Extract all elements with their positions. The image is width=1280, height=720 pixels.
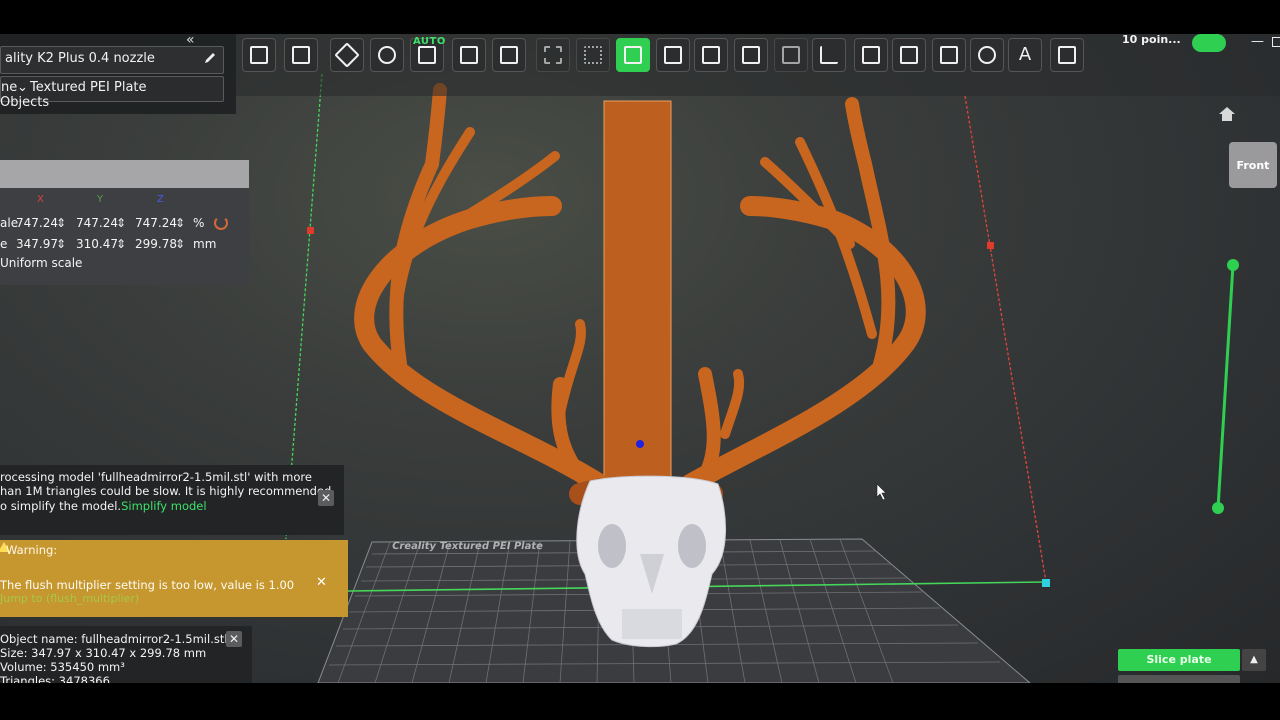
reset-icon[interactable]: [214, 216, 228, 230]
layout-icon[interactable]: [452, 38, 486, 72]
size-unit: mm: [193, 237, 217, 251]
axis-y-label: Y: [97, 194, 104, 205]
size-label: e: [0, 237, 8, 251]
support-icon[interactable]: [892, 38, 926, 72]
spin-icon[interactable]: ⇕: [116, 216, 126, 230]
processing-notice: rocessing model 'fullheadmirror2-1.5mil.…: [0, 465, 344, 535]
layer-slider[interactable]: [1212, 259, 1239, 514]
letterbox-top: [0, 0, 1280, 34]
close-icon[interactable]: ✕: [318, 490, 334, 506]
printer-selector[interactable]: ality K2 Plus 0.4 nozzle: [0, 46, 224, 74]
scale-x-input[interactable]: 747.24: [16, 216, 58, 230]
view-cube-front[interactable]: Front: [1229, 142, 1277, 188]
seam-icon[interactable]: [932, 38, 966, 72]
scale-icon[interactable]: [616, 38, 650, 72]
scale-unit: %: [193, 216, 205, 230]
warning-message: The flush multiplier setting is too low,…: [0, 578, 295, 592]
letterbox-bottom: [0, 683, 1280, 720]
object-size: Size: 347.97 x 310.47 x 299.78 mm: [0, 646, 207, 660]
object-triangles: Triangles: 3478366: [0, 674, 110, 683]
spin-icon[interactable]: ⇕: [116, 237, 126, 251]
size-x-input[interactable]: 347.97: [16, 237, 58, 251]
printer-panel: « ality K2 Plus 0.4 nozzle ne ⌄ Textured…: [0, 34, 236, 114]
plate-type-label: Textured PEI Plate: [30, 80, 147, 95]
scale-panel: X Y Z ale 747.24 ⇕ 747.24 ⇕ 747.24 ⇕ % e…: [0, 160, 249, 285]
boolean-icon[interactable]: [774, 38, 808, 72]
object-volume: Volume: 535450 mm³: [0, 660, 125, 674]
plate-prefix: ne: [1, 80, 18, 95]
axis-x-label: X: [37, 194, 44, 205]
jump-to-setting-link[interactable]: Jump to (flush_multiplier): [0, 592, 139, 605]
size-y-input[interactable]: 310.47: [76, 237, 118, 251]
add-cube-icon[interactable]: [242, 38, 276, 72]
warning-title: Warning:: [6, 543, 58, 557]
size-z-input[interactable]: 299.78: [135, 237, 177, 251]
spin-icon[interactable]: ⇕: [56, 237, 66, 251]
emboss-icon[interactable]: [854, 38, 888, 72]
scale-panel-header: [0, 160, 249, 188]
dots-icon[interactable]: [576, 38, 610, 72]
maximize-icon[interactable]: [1272, 37, 1280, 47]
orient-icon[interactable]: [370, 38, 404, 72]
paint-icon[interactable]: [970, 38, 1004, 72]
scale-z-input[interactable]: 747.24: [135, 216, 177, 230]
support-stand: [603, 100, 672, 482]
add-plate-icon[interactable]: [284, 38, 318, 72]
cut-icon[interactable]: [734, 38, 768, 72]
measure-icon[interactable]: [812, 38, 846, 72]
warning-banner: Warning: The flush multiplier setting is…: [0, 540, 348, 617]
notice-line-2: han 1M triangles could be slow. It is hi…: [0, 484, 332, 498]
slice-plate-button[interactable]: Slice plate: [1118, 649, 1240, 671]
grid-icon[interactable]: [536, 38, 570, 72]
notice-line-3: o simplify the model.Simplify model: [0, 499, 207, 513]
plate-brand-label: Creality Textured PEI Plate: [391, 541, 544, 552]
points-counter: 10 poin...: [1122, 34, 1181, 46]
uniform-scale-toggle[interactable]: Uniform scale: [0, 256, 82, 270]
close-icon[interactable]: ✕: [226, 631, 242, 647]
secondary-action-button[interactable]: [1118, 675, 1240, 683]
text-icon[interactable]: A: [1008, 38, 1042, 72]
spin-icon[interactable]: ⇕: [175, 237, 185, 251]
front-label: Front: [1236, 158, 1270, 172]
home-icon[interactable]: [1218, 106, 1236, 122]
box-icon[interactable]: [656, 38, 690, 72]
objects-tab[interactable]: Objects: [0, 95, 49, 110]
assembly-icon[interactable]: [1050, 38, 1084, 72]
notice-line-3-text: o simplify the model.: [0, 499, 122, 513]
spin-icon[interactable]: ⇕: [175, 216, 185, 230]
spin-icon[interactable]: ⇕: [56, 216, 66, 230]
screen-root: Creality Textured PEI Plate A AUTO « ali…: [0, 0, 1280, 720]
pencil-icon[interactable]: [203, 51, 217, 65]
viewport-3d[interactable]: Creality Textured PEI Plate A AUTO « ali…: [0, 34, 1280, 683]
chevron-up-icon[interactable]: ▲: [1242, 649, 1266, 671]
scale-y-input[interactable]: 747.24: [76, 216, 118, 230]
axis-z-label: Z: [157, 194, 164, 205]
simplify-model-link[interactable]: Simplify model: [121, 499, 207, 513]
minimize-icon[interactable]: —: [1251, 34, 1264, 49]
close-icon[interactable]: ✕: [316, 575, 327, 590]
sync-button[interactable]: [1192, 34, 1226, 52]
notice-line-1: rocessing model 'fullheadmirror2-1.5mil.…: [0, 470, 312, 484]
object-info-panel: Object name: fullheadmirror2-1.5mil.stl …: [0, 626, 252, 683]
chevron-down-icon: ⌄: [17, 80, 28, 95]
printer-name: ality K2 Plus 0.4 nozzle: [5, 51, 155, 66]
arrange-icon[interactable]: [330, 38, 364, 72]
auto-badge: AUTO: [413, 36, 446, 47]
object-name: Object name: fullheadmirror2-1.5mil.stl: [0, 632, 228, 646]
mouse-cursor: [876, 483, 887, 501]
erase-icon[interactable]: [492, 38, 526, 72]
cube-icon[interactable]: [694, 38, 728, 72]
